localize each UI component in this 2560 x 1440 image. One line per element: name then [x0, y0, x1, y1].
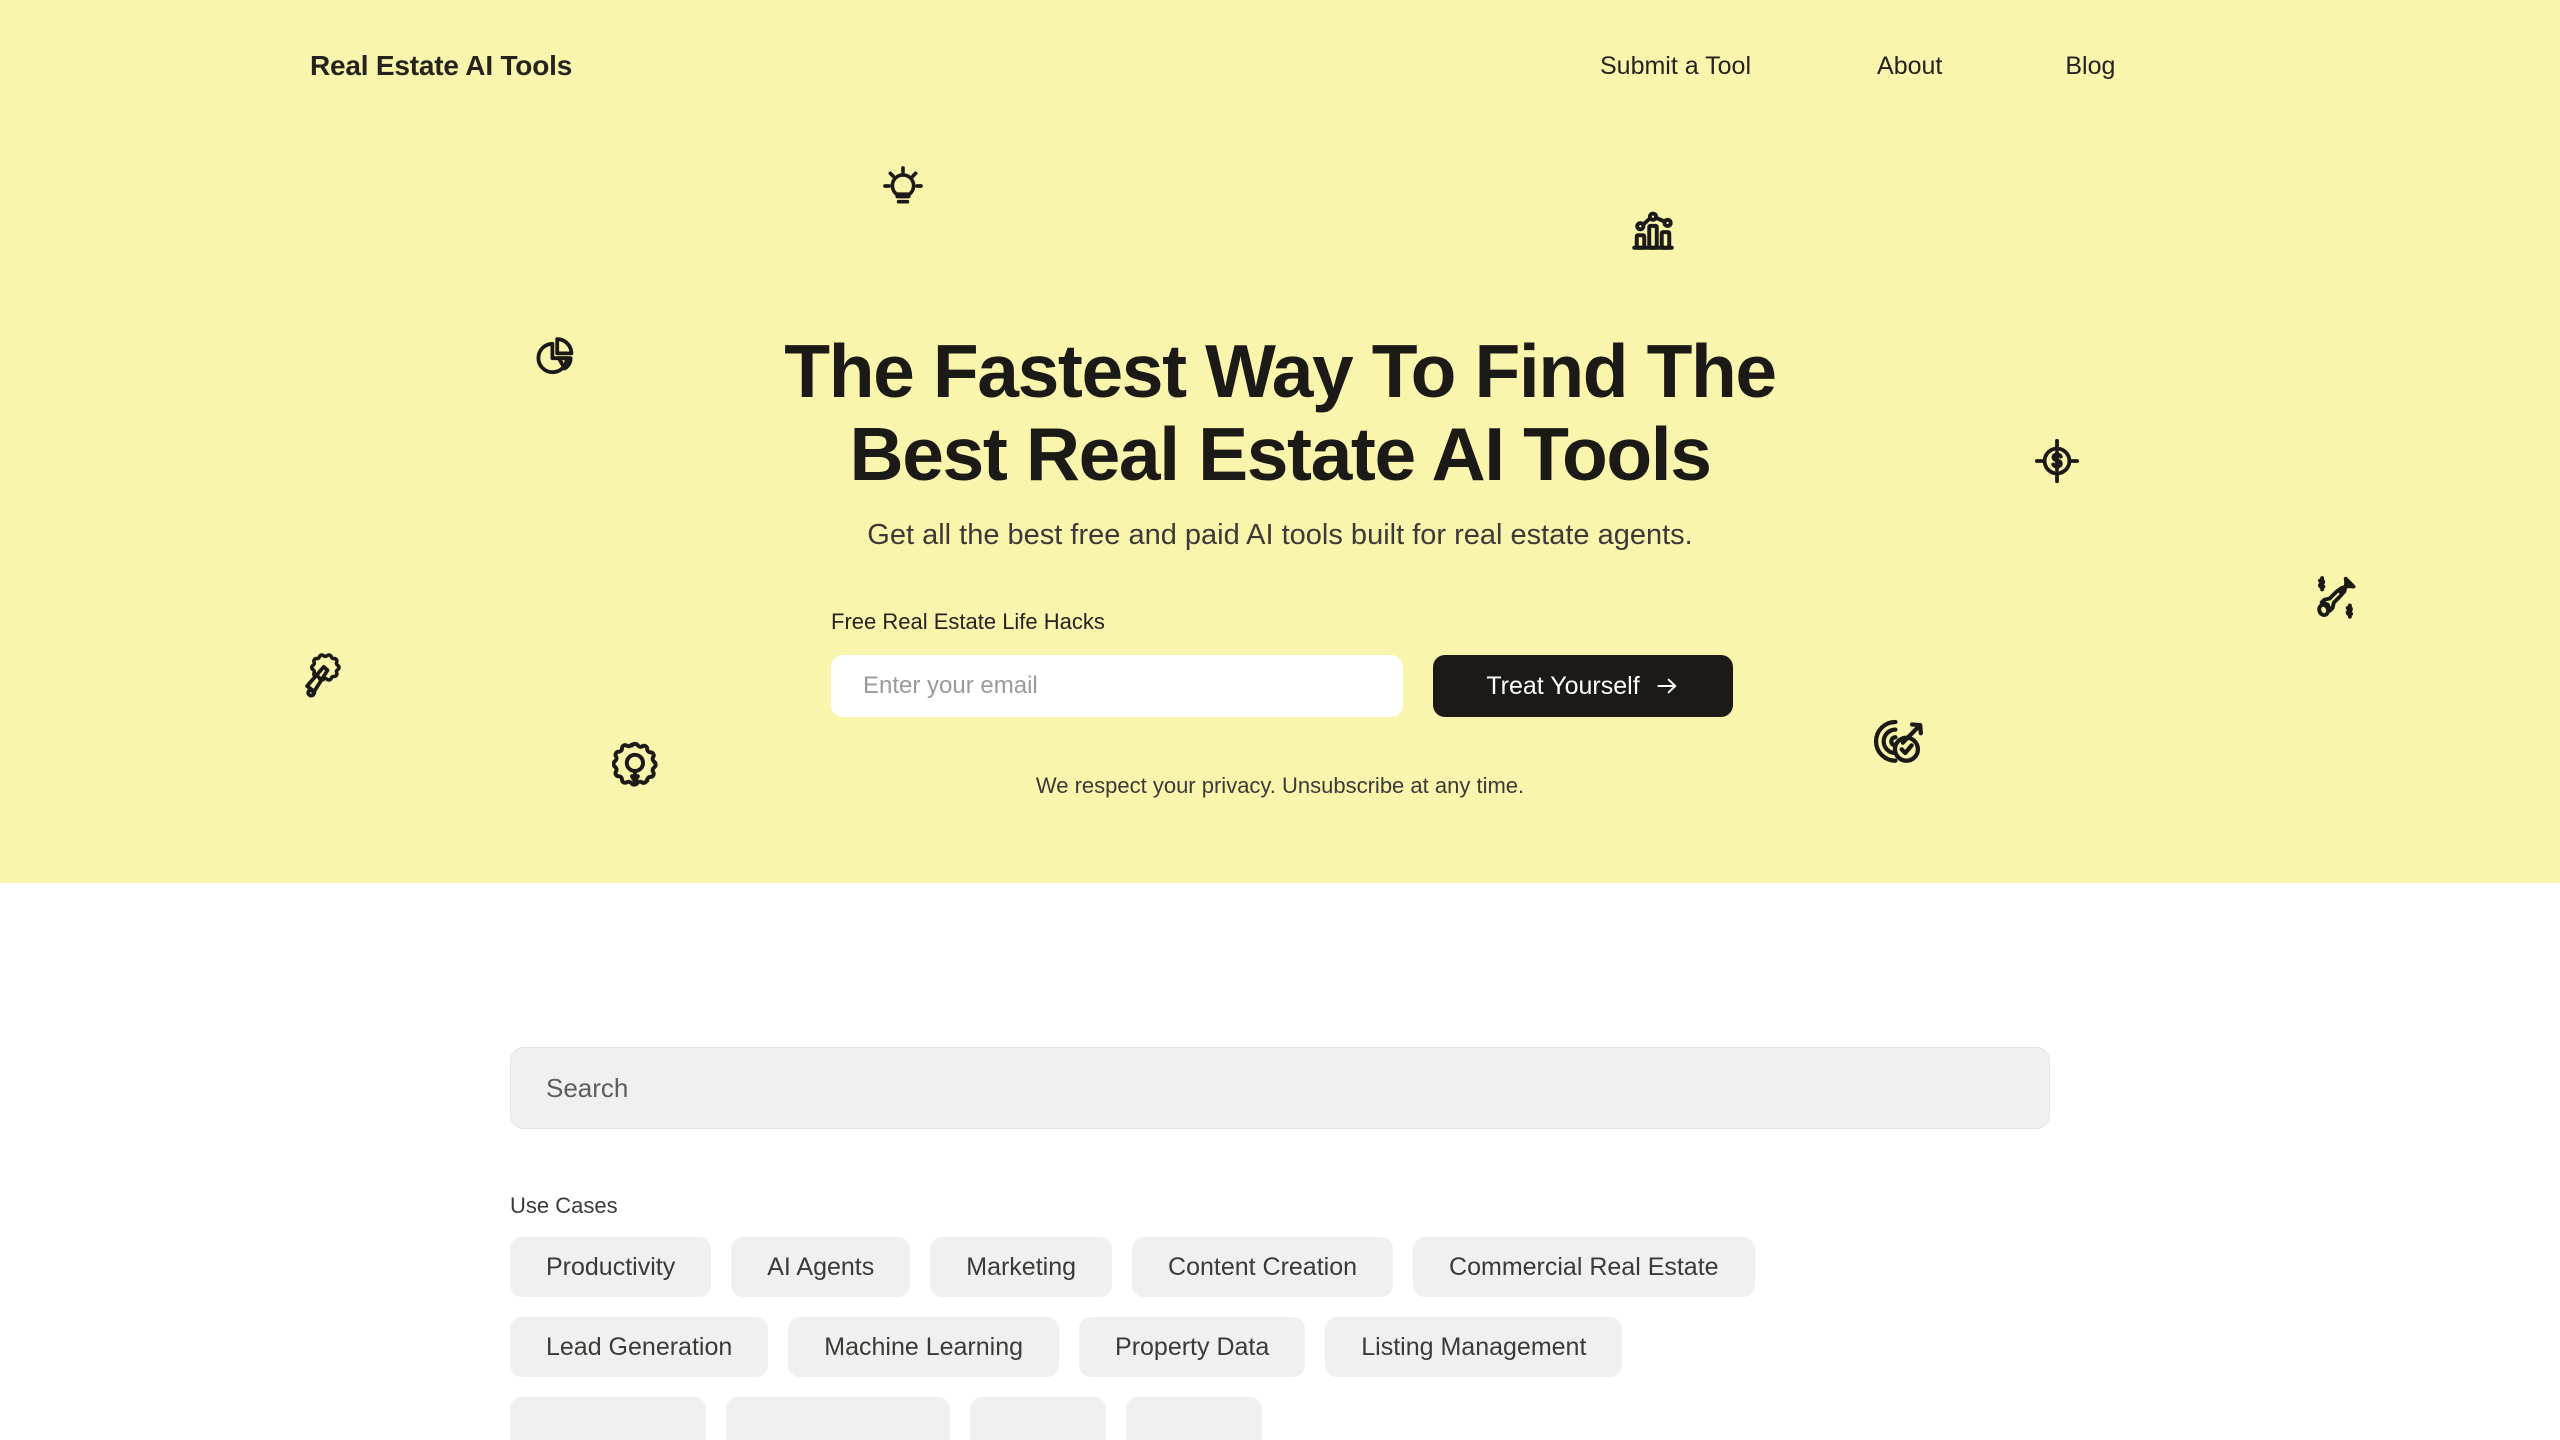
filter-tag-ai-agents[interactable]: AI Agents [731, 1237, 911, 1297]
filter-tag-partial-2[interactable] [726, 1397, 950, 1440]
target-dollar-icon [2033, 437, 2081, 485]
nav-link-blog[interactable]: Blog [2065, 54, 2115, 79]
site-header: Real Estate AI Tools Submit a Tool About… [0, 0, 2560, 122]
browse-section: Use Cases Productivity AI Agents Marketi… [0, 883, 2560, 1440]
hero-section: Real Estate AI Tools Submit a Tool About… [0, 0, 2560, 883]
filter-tag-content-creation[interactable]: Content Creation [1132, 1237, 1394, 1297]
filter-tag-row-partial [510, 1397, 2070, 1440]
arrow-right-icon [1654, 673, 1680, 699]
filter-tag-property-data[interactable]: Property Data [1079, 1317, 1306, 1377]
newsletter-form: Treat Yourself [831, 655, 1733, 717]
bar-chart-icon [1628, 205, 1678, 255]
filter-tag-partial-3[interactable] [970, 1397, 1106, 1440]
hero-title-line-2: Best Real Estate AI Tools [849, 412, 1711, 497]
email-field[interactable] [831, 655, 1403, 717]
page-title: The Fastest Way To Find The Best Real Es… [630, 329, 1930, 497]
nav-link-about[interactable]: About [1877, 54, 1942, 79]
hero-title-line-1: The Fastest Way To Find The [784, 329, 1777, 413]
filter-tag-partial-4[interactable] [1126, 1397, 1262, 1440]
filter-tag-row: Productivity AI Agents Marketing Content… [510, 1237, 2070, 1297]
megaphone-badge-icon [300, 650, 350, 700]
filter-group-label-use-cases: Use Cases [510, 1193, 618, 1218]
filter-tag-marketing[interactable]: Marketing [930, 1237, 1113, 1297]
lightbulb-icon [880, 163, 926, 209]
rocket-money-icon [2310, 574, 2362, 626]
filter-panel: Use Cases Productivity AI Agents Marketi… [510, 1047, 2070, 1440]
filter-tag-row: Lead Generation Machine Learning Propert… [510, 1317, 2070, 1377]
filter-tag-machine-learning[interactable]: Machine Learning [788, 1317, 1060, 1377]
filter-tag-productivity[interactable]: Productivity [510, 1237, 712, 1297]
filter-tag-commercial-real-estate[interactable]: Commercial Real Estate [1413, 1237, 1755, 1297]
filter-tag-partial-1[interactable] [510, 1397, 706, 1440]
treat-yourself-button[interactable]: Treat Yourself [1433, 655, 1733, 717]
filter-tag-lead-generation[interactable]: Lead Generation [510, 1317, 769, 1377]
cta-label: Treat Yourself [1486, 671, 1640, 700]
filter-tag-rows: Productivity AI Agents Marketing Content… [510, 1237, 2070, 1440]
brand-logo[interactable]: Real Estate AI Tools [310, 52, 572, 80]
pie-chart-icon [530, 333, 578, 381]
privacy-note: We respect your privacy. Unsubscribe at … [1035, 773, 1525, 798]
main-nav: Submit a Tool About Blog [1600, 54, 2115, 79]
nav-link-submit-a-tool[interactable]: Submit a Tool [1600, 54, 1751, 79]
filter-tag-listing-management[interactable]: Listing Management [1325, 1317, 1623, 1377]
newsletter-form-label: Free Real Estate Life Hacks [831, 609, 1105, 634]
hero-subtitle: Get all the best free and paid AI tools … [867, 519, 1693, 551]
target-check-icon [1872, 715, 1926, 769]
